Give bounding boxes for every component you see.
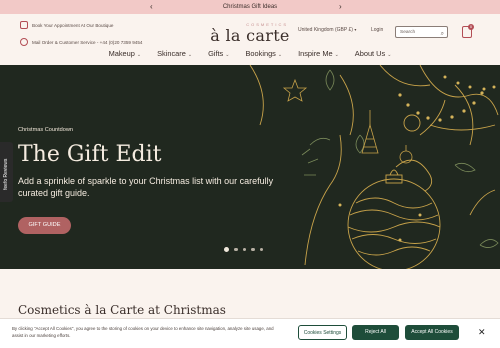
chevron-down-icon: ▾ (354, 27, 357, 32)
nav-about-us[interactable]: About Us ⌄ (355, 49, 392, 58)
nav-bookings[interactable]: Bookings ⌄ (245, 49, 282, 58)
hero-title: The Gift Edit (18, 142, 162, 167)
nav-gifts[interactable]: Gifts ⌄ (208, 49, 229, 58)
promo-next-icon[interactable]: › (339, 2, 342, 12)
site-header: Book Your Appointment At Our Boutique Ma… (0, 14, 500, 64)
carousel-dot[interactable] (224, 247, 229, 252)
nav-inspire-me[interactable]: Inspire Me ⌄ (298, 49, 339, 58)
nav-makeup[interactable]: Makeup ⌄ (109, 49, 142, 58)
carousel-dot[interactable] (242, 247, 246, 252)
logo-big: à la carte (210, 26, 290, 45)
nav-label: Bookings (245, 49, 276, 58)
cookie-banner: By clicking "Accept All Cookies", you ag… (0, 318, 500, 348)
mail-order-text: Mail Order & Customer Service - +44 (0)2… (32, 39, 143, 45)
hero-kicker: Christmas Countdown (18, 127, 74, 133)
carousel-dot[interactable] (234, 247, 238, 252)
site-logo[interactable]: COSMETICS à la carte (208, 22, 292, 45)
gift-guide-button[interactable]: GIFT GUIDE (18, 217, 71, 234)
nav-label: Inspire Me (298, 49, 333, 58)
carousel-dots (224, 247, 263, 252)
hero-subtitle: Add a sprinkle of sparkle to your Christ… (18, 176, 274, 198)
bag-count: 0 (468, 24, 474, 30)
chevron-down-icon: ⌄ (277, 52, 283, 58)
chevron-down-icon: ⌄ (187, 52, 193, 58)
login-link[interactable]: Login (371, 27, 383, 33)
nav-label: Makeup (108, 49, 135, 58)
feefo-label: feefo Reviews (3, 158, 9, 190)
chevron-down-icon: ⌄ (334, 52, 339, 58)
appointment-link[interactable]: Book Your Appointment At Our Boutique (20, 21, 113, 29)
search-input[interactable]: Search ⌕ (395, 26, 448, 38)
promo-prev-icon[interactable]: ‹ (150, 2, 153, 12)
accept-all-cookies-button[interactable]: Accept All Cookies (405, 325, 459, 340)
promo-text[interactable]: Christmas Gift Ideas (223, 4, 277, 10)
close-icon[interactable]: ✕ (478, 327, 486, 338)
region-text: United Kingdom (GBP £) (298, 27, 353, 33)
nav-label: Gifts (208, 49, 224, 58)
christmas-decoration-illustration (249, 65, 499, 269)
chevron-down-icon: ⌄ (225, 52, 230, 58)
chevron-down-icon: ⌄ (387, 52, 392, 58)
phone-icon (20, 38, 28, 46)
hero-banner: Christmas Countdown The Gift Edit Add a … (0, 65, 500, 269)
nav-label: Skincare (157, 49, 186, 58)
carousel-dot[interactable] (251, 247, 255, 252)
search-placeholder: Search (400, 30, 416, 35)
search-icon[interactable]: ⌕ (441, 29, 444, 40)
region-selector[interactable]: United Kingdom (GBP £) ▾ (298, 27, 356, 33)
appointment-text: Book Your Appointment At Our Boutique (32, 22, 114, 28)
main-nav: Makeup ⌄ Skincare ⌄ Gifts ⌄ Bookings ⌄ Inspi… (0, 49, 500, 58)
cookie-text: By clicking "Accept All Cookies", you ag… (12, 326, 274, 338)
promo-bar: ‹ Christmas Gift Ideas › (0, 0, 500, 14)
cookies-settings-button[interactable]: Cookies Settings (298, 325, 347, 340)
feefo-reviews-tab[interactable]: feefo Reviews (0, 142, 13, 202)
logo-small: COSMETICS (246, 22, 288, 27)
carousel-dot[interactable] (259, 247, 263, 252)
section-title: Cosmetics à la Carte at Christmas (18, 303, 226, 317)
calendar-icon (20, 21, 28, 29)
bag-icon[interactable]: 0 (462, 24, 474, 38)
nav-skincare[interactable]: Skincare ⌄ (157, 49, 192, 58)
nav-label: About Us (354, 49, 386, 58)
reject-all-button[interactable]: Reject All (352, 325, 399, 340)
mail-order-link[interactable]: Mail Order & Customer Service - +44 (0)2… (20, 38, 142, 46)
chevron-down-icon: ⌄ (136, 52, 142, 58)
